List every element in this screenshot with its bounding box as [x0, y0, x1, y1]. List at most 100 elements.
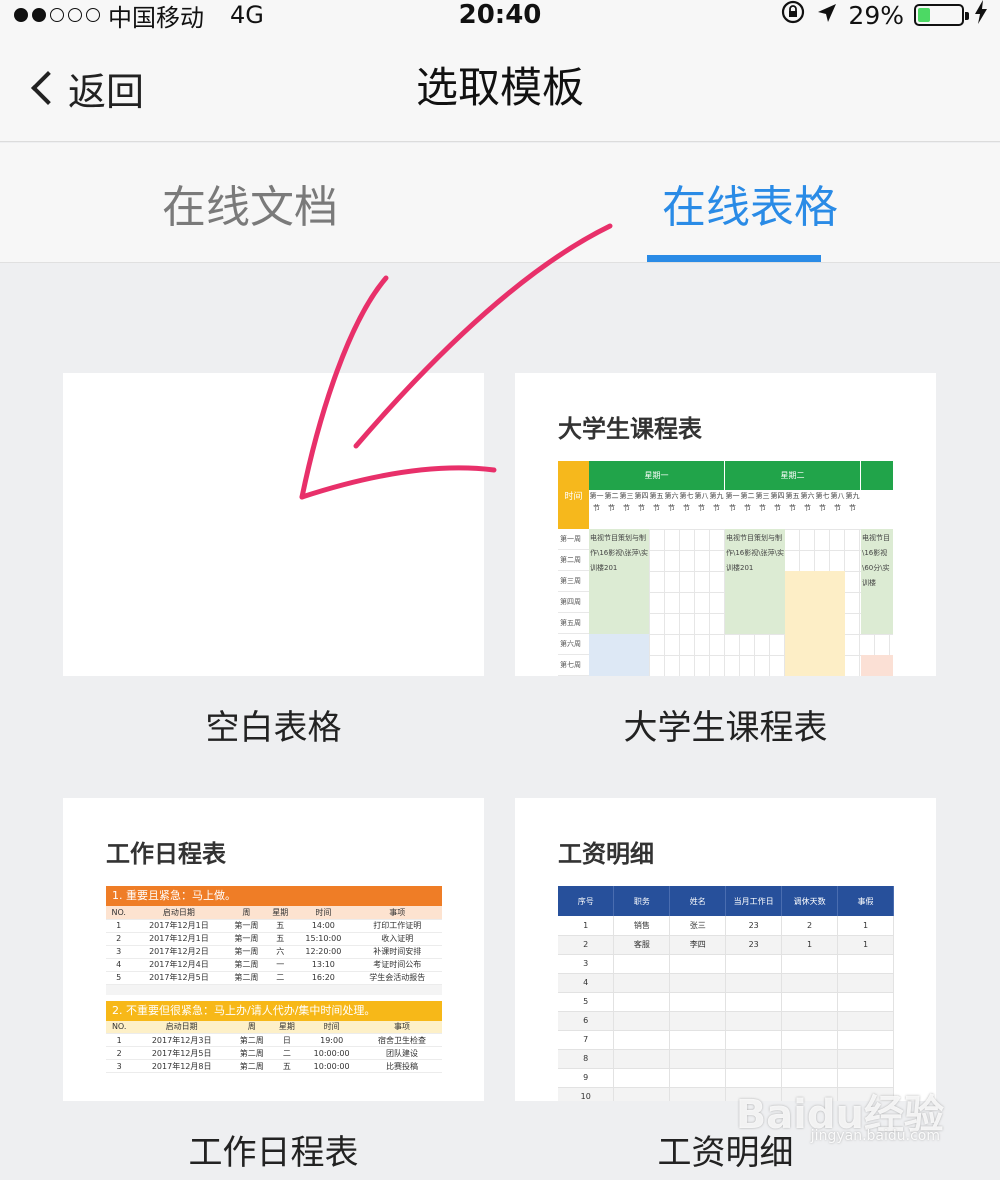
table-cell — [781, 1030, 839, 1050]
table-cell — [613, 1049, 671, 1069]
course-schedule-preview: 时间 星期一 星期二 第一节 第二节 第三节 第四节 第五节 第六节 第七节 第八节 第九节 第一… — [558, 461, 893, 676]
period-header: 第六节 — [800, 492, 815, 512]
table-cell: 张三 — [669, 916, 727, 936]
table-cell: 15:10:00 — [294, 932, 353, 946]
table-cell: 4 — [558, 973, 615, 993]
table-cell: 第二周 — [230, 1059, 273, 1073]
table-cell: 第二周 — [226, 958, 267, 972]
table-header-cell: 序号 — [558, 886, 615, 916]
day-header-partial — [861, 461, 893, 490]
table-row: 1 2017年12月3日 第二周日 19:00 宿舍卫生检查 — [106, 1033, 442, 1047]
status-right: 29% — [780, 0, 988, 30]
table-cell: 考证时间公布 — [352, 958, 442, 972]
table-cell: 3 — [106, 1059, 133, 1073]
template-card-blank[interactable] — [63, 373, 484, 676]
work-table-2: NO. 启动日期周星期 时间 事项 1 2017年12月3日 第二周日 19:00 宿舍卫生检… — [106, 1020, 442, 1073]
table-cell: 第二周 — [226, 971, 267, 985]
table-header-cell: 星期 — [266, 906, 295, 920]
table-header-cell: 时间 — [301, 1020, 362, 1034]
active-tab-indicator — [647, 255, 821, 262]
template-card-work-schedule[interactable]: 工作日程表 1. 重要且紧急：马上做。 NO. 启动日期周星期 时间 事项 1 2017… — [63, 798, 484, 1101]
thumbnail-title: 工资明细 — [558, 840, 654, 868]
period-header: 第三节 — [619, 492, 634, 512]
table-cell: 16:20 — [294, 971, 353, 985]
table-cell — [669, 954, 727, 974]
table-cell: 2017年12月8日 — [132, 1059, 231, 1073]
page-title: 选取模板 — [415, 63, 584, 112]
template-label-blank[interactable]: 空白表格 — [63, 700, 484, 749]
table-header-cell: NO. — [106, 906, 132, 920]
day-header: 星期一 — [589, 461, 725, 490]
course-block-empty — [589, 634, 649, 676]
table-cell: 13:10 — [294, 958, 353, 972]
template-label-work-schedule[interactable]: 工作日程表 — [63, 1125, 484, 1174]
day-header: 星期二 — [725, 461, 861, 490]
table-header-cell: 周 — [230, 1020, 273, 1034]
period-header: 第二节 — [740, 492, 755, 512]
template-label-course-schedule[interactable]: 大学生课程表 — [515, 700, 936, 749]
template-tabs: 在线文档 在线表格 — [0, 143, 1000, 263]
table-header-cell: 周 — [226, 906, 267, 920]
watermark-url: jingyan.baidu.com — [810, 1128, 940, 1144]
status-bar: 中国移动 4G 20:40 29% — [0, 0, 1000, 32]
table-cell: 1 — [106, 1033, 133, 1047]
table-header-cell: 当月工作日 — [725, 886, 783, 916]
week-row-label: 第三周 — [558, 571, 589, 592]
table-cell — [613, 1068, 671, 1088]
period-header: 第五节 — [785, 492, 800, 512]
table-header-cell: NO. — [106, 1020, 133, 1034]
table-cell: 2017年12月4日 — [131, 958, 227, 972]
table-cell — [725, 973, 783, 993]
period-header: 第一节 — [725, 492, 740, 512]
period-header: 第九节 — [709, 492, 724, 512]
thumbnail-title: 大学生课程表 — [558, 415, 702, 443]
table-header-cell: 启动日期 — [131, 906, 227, 920]
table-header-cell: 时间 — [294, 906, 353, 920]
table-cell — [613, 992, 671, 1012]
table-cell: 1 — [558, 916, 615, 936]
tab-online-document[interactable]: 在线文档 — [0, 143, 500, 263]
table-cell: 10:00:00 — [301, 1059, 362, 1073]
table-cell: 6 — [558, 1011, 615, 1031]
table-cell: 2 — [106, 1046, 133, 1060]
table-row: 3 2017年12月2日 第一周六 12:20:00 补课时间安排 — [106, 945, 442, 959]
table-cell: 2 — [558, 935, 615, 955]
table-cell — [613, 1087, 671, 1101]
template-card-course-schedule[interactable]: 大学生课程表 时间 星期一 星期二 第一节 第二节 第三节 第四节 第五节 第六节 第七节第… — [515, 373, 936, 676]
table-cell: 二 — [272, 1046, 302, 1060]
salary-table: 序号 职务 姓名 当月工作日 调休天数 事假 1 销售 张三 23 2 1 2 客服 李四 23 1 1 3 4 5 6… — [558, 886, 894, 1101]
rotation-lock-icon — [780, 0, 806, 31]
table-cell — [725, 1011, 783, 1031]
table-cell — [781, 954, 839, 974]
location-arrow-icon — [816, 1, 838, 30]
template-card-salary[interactable]: 工资明细 序号 职务 姓名 当月工作日 调休天数 事假 1 销售 张三 23 2 1 2 客服 李四 23 1… — [515, 798, 936, 1101]
table-cell — [725, 1049, 783, 1069]
table-header-cell: 事假 — [837, 886, 894, 916]
table-row: 2 客服 李四 23 1 1 — [558, 935, 894, 955]
table-cell: 2017年12月3日 — [132, 1033, 231, 1047]
table-cell: 2017年12月5日 — [131, 971, 227, 985]
battery-icon — [914, 4, 969, 26]
thumbnail-title: 工作日程表 — [106, 840, 226, 868]
salary-preview: 序号 职务 姓名 当月工作日 调休天数 事假 1 销售 张三 23 2 1 2 客服 李四 23 1 1 3 4 5 6… — [558, 886, 894, 1101]
table-cell: 10 — [558, 1087, 615, 1101]
table-cell — [837, 1049, 894, 1069]
week-row-label: 第七周 — [558, 655, 589, 676]
time-header: 时间 — [558, 461, 589, 529]
week-row-label: 第五周 — [558, 613, 589, 634]
period-header: 第六节 — [664, 492, 679, 512]
table-row: 1 2017年12月1日 第一周五 14:00 打印工作证明 — [106, 919, 442, 933]
table-cell: 10:00:00 — [301, 1046, 362, 1060]
table-cell — [613, 954, 671, 974]
table-row: 6 — [558, 1011, 894, 1031]
table-row: 7 — [558, 1030, 894, 1050]
table-row: 4 2017年12月4日 第二周一 13:10 考证时间公布 — [106, 958, 442, 972]
tab-online-spreadsheet[interactable]: 在线表格 — [500, 143, 1000, 263]
period-header: 第八节 — [830, 492, 845, 512]
table-cell: 3 — [106, 945, 132, 959]
table-header-cell: 事项 — [352, 906, 442, 920]
table-cell — [837, 1030, 894, 1050]
period-header: 第五节 — [649, 492, 664, 512]
period-header: 第四节 — [770, 492, 785, 512]
table-row: 4 — [558, 973, 894, 993]
